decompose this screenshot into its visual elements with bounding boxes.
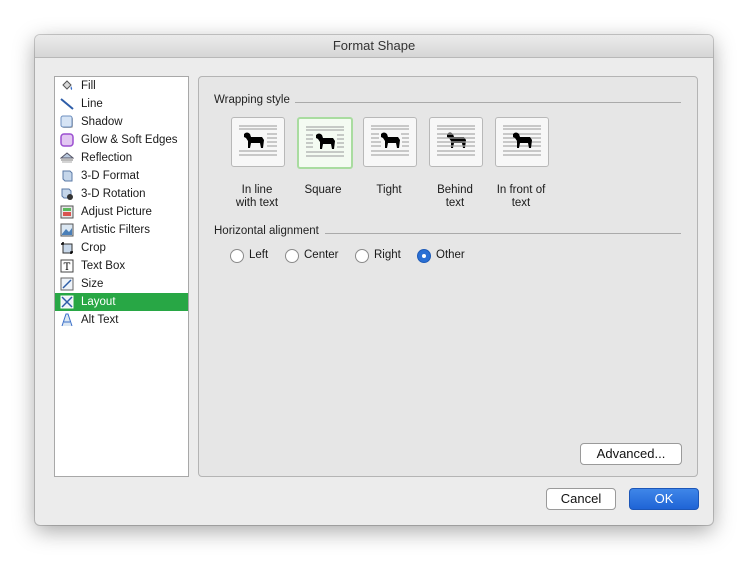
wrap-in-front-icon	[503, 125, 541, 156]
sidebar-item-size[interactable]: Size	[55, 275, 188, 293]
radio-circle[interactable]	[230, 249, 244, 263]
alignment-divider	[325, 233, 681, 234]
sidebar-item-fill[interactable]: Fill	[55, 77, 188, 95]
horizontal-alignment-title: Horizontal alignment	[214, 225, 323, 237]
sidebar-item-shadow[interactable]: Shadow	[55, 113, 188, 131]
3d-format-icon	[62, 170, 73, 182]
wrap-inline-icon	[239, 125, 277, 156]
text-box-icon: T	[60, 259, 74, 273]
alt-text-icon	[61, 313, 73, 327]
radio-circle[interactable]	[285, 249, 299, 263]
cancel-button[interactable]: Cancel	[546, 488, 616, 510]
svg-text:T: T	[64, 262, 71, 273]
wrap-tight-icon	[371, 125, 409, 156]
wrap-square-icon	[306, 126, 344, 157]
artistic-filters-icon	[60, 223, 74, 237]
sidebar-item-line[interactable]: Line	[55, 95, 188, 113]
shadow-icon	[60, 115, 73, 128]
3d-rotation-icon	[61, 188, 73, 200]
sidebar-item-glow[interactable]: Glow & Soft Edges	[55, 131, 188, 149]
sidebar-item-3d-rotation[interactable]: 3-D Rotation	[55, 185, 188, 203]
sidebar-item-alt-text[interactable]: Alt Text	[55, 311, 188, 329]
sidebar-item-crop[interactable]: Crop	[55, 239, 188, 257]
reflection-icon	[60, 152, 74, 163]
ok-button[interactable]: OK	[629, 488, 699, 510]
wrap-in-front-button[interactable]	[495, 117, 549, 167]
sidebar-item-artistic-filters[interactable]: Artistic Filters	[55, 221, 188, 239]
wrap-in-front-label: In front of text	[496, 184, 546, 209]
wrap-square-button[interactable]	[297, 117, 353, 169]
sidebar-item-reflection[interactable]: Reflection	[55, 149, 188, 167]
format-shape-dialog: Format Shape Fill Line Shadow Glow & Sof…	[35, 35, 713, 525]
wrap-tight-button[interactable]	[363, 117, 417, 167]
radio-circle[interactable]	[417, 249, 431, 263]
sidebar-item-layout[interactable]: Layout	[55, 293, 188, 311]
dialog-title: Format Shape	[35, 35, 713, 58]
sidebar-item-3d-format[interactable]: 3-D Format	[55, 167, 188, 185]
radio-circle[interactable]	[355, 249, 369, 263]
sidebar-item-adjust-picture[interactable]: Adjust Picture	[55, 203, 188, 221]
wrap-behind-icon	[437, 125, 475, 156]
crop-icon	[61, 242, 73, 254]
advanced-button[interactable]: Advanced...	[580, 443, 682, 465]
wrap-inline-button[interactable]	[231, 117, 285, 167]
size-icon	[60, 277, 74, 291]
wrapping-style-title: Wrapping style	[214, 94, 294, 106]
glow-icon	[60, 133, 74, 147]
adjust-picture-icon	[60, 205, 74, 219]
sidebar-item-text-box[interactable]: T Text Box	[55, 257, 188, 275]
layout-icon	[60, 295, 74, 309]
category-list: Fill Line Shadow Glow & Soft Edges Refle…	[54, 76, 189, 477]
layout-panel: Wrapping style In line with text Square …	[198, 76, 698, 477]
wrapping-divider	[295, 102, 681, 103]
line-icon	[60, 98, 74, 110]
wrap-behind-button[interactable]	[429, 117, 483, 167]
fill-bucket-icon	[62, 80, 73, 90]
